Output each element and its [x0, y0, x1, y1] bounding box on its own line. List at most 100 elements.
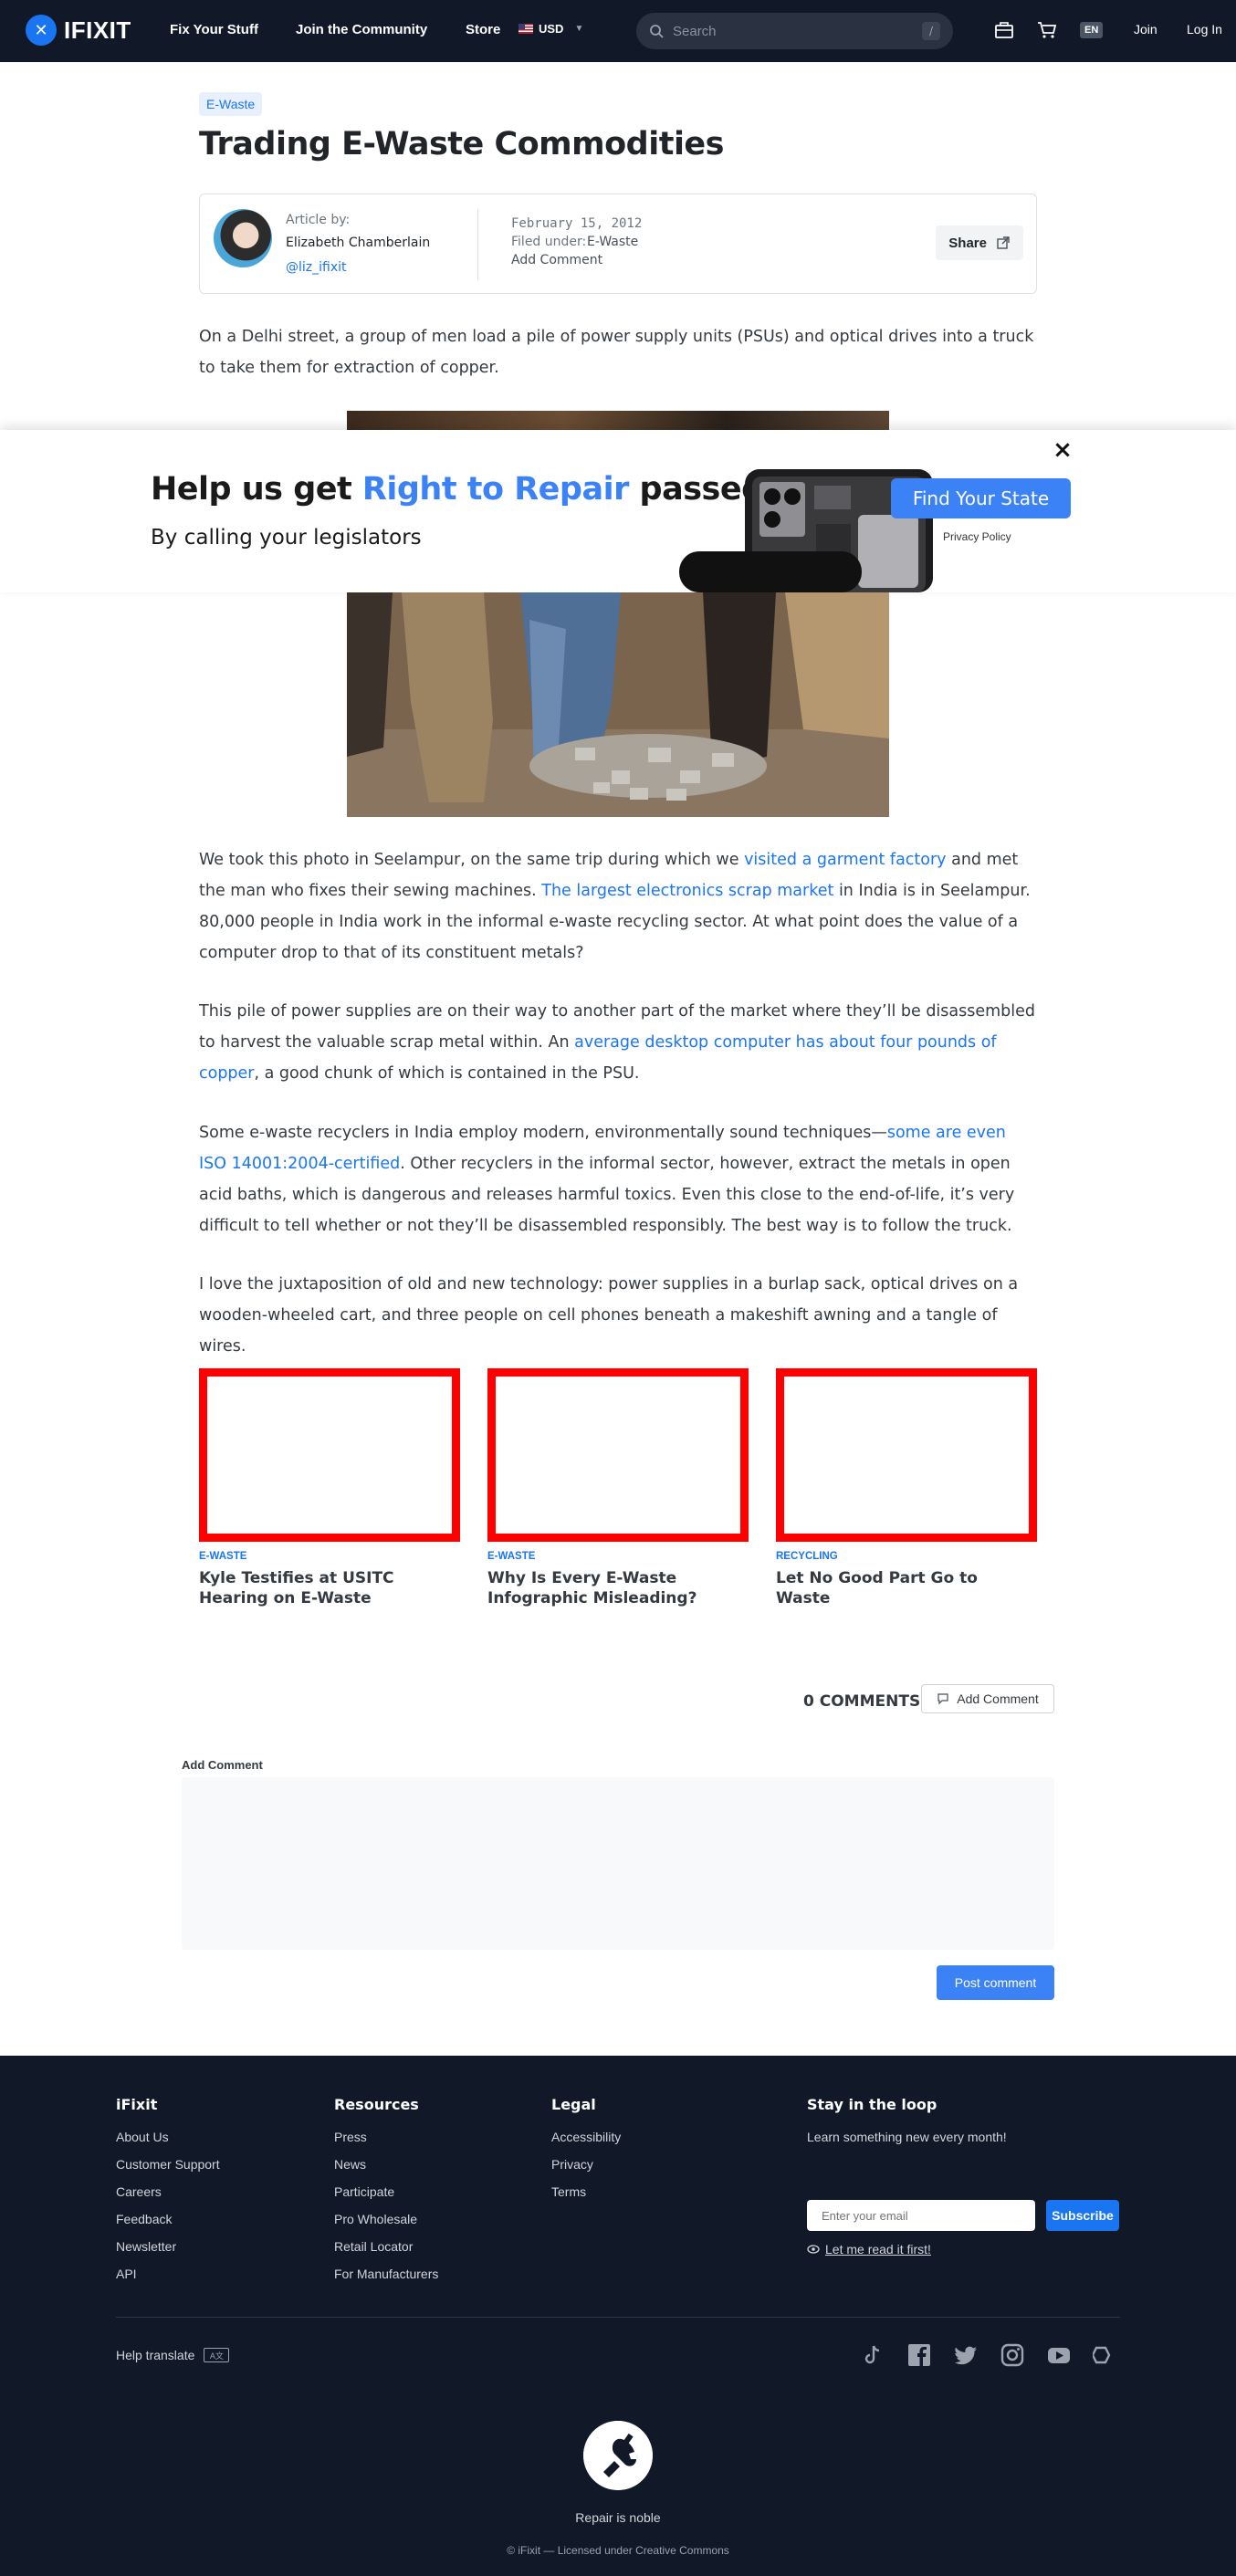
language-selector[interactable]: EN: [1080, 22, 1104, 38]
related-article-tag[interactable]: RECYCLING: [776, 1551, 1037, 1562]
newsletter-subtext: Learn something new every month!: [807, 2130, 1007, 2144]
footer-copyright: © iFixit — Licensed under Creative Commo…: [507, 2544, 729, 2557]
repair-org-icon[interactable]: [1093, 2342, 1111, 2368]
nav-fix-your-stuff[interactable]: Fix Your Stuff: [170, 22, 258, 37]
footer-link[interactable]: Accessibility: [551, 2130, 621, 2144]
related-article-tag[interactable]: E-WASTE: [487, 1551, 749, 1562]
newsletter-heading: Stay in the loop: [807, 2096, 937, 2113]
add-comment-link[interactable]: Add Comment: [511, 253, 602, 267]
eye-icon: [807, 2245, 820, 2254]
footer-link[interactable]: API: [116, 2267, 220, 2281]
privacy-policy-link[interactable]: Privacy Policy: [943, 530, 1011, 543]
chevron-down-icon: ▼: [574, 24, 584, 34]
footer-link[interactable]: Feedback: [116, 2212, 220, 2226]
author-label: Article by:: [286, 213, 351, 227]
repair-manifesto-badge-icon[interactable]: [583, 2421, 653, 2490]
article-date: February 15, 2012: [511, 216, 643, 231]
footer-tagline: Repair is noble: [575, 2510, 661, 2525]
article-meta: Article by: Elizabeth Chamberlain @liz_i…: [199, 194, 1037, 294]
paragraph-text: Some e-waste recyclers in India employ m…: [199, 1124, 887, 1142]
paragraph-2: This pile of power supplies are on their…: [199, 996, 1037, 1089]
banner-heading: Help us get Right to Repair passed: [151, 471, 764, 508]
related-article-thumbnail[interactable]: [487, 1368, 749, 1542]
footer-link[interactable]: Customer Support: [116, 2157, 220, 2172]
article-photo: [347, 592, 889, 817]
footer-link[interactable]: Privacy: [551, 2157, 621, 2172]
paragraph-4: I love the juxtaposition of old and new …: [199, 1275, 1019, 1356]
footer-link[interactable]: Terms: [551, 2184, 621, 2199]
footer-link[interactable]: Newsletter: [116, 2239, 220, 2254]
facebook-icon[interactable]: [906, 2342, 932, 2368]
filed-under-label: Filed under:: [511, 235, 587, 249]
article-title: Trading E-Waste Commodities: [199, 126, 725, 162]
scrap-market-link[interactable]: The largest electronics scrap market: [541, 882, 833, 900]
newsletter-email-input[interactable]: [807, 2200, 1035, 2231]
nav-store[interactable]: Store: [466, 22, 500, 37]
help-translate-link[interactable]: Help translate A文: [116, 2348, 230, 2362]
share-button[interactable]: Share: [936, 225, 1023, 260]
search-shortcut-hint: /: [922, 22, 940, 40]
close-icon[interactable]: ×: [1052, 438, 1074, 462]
site-footer: iFixit About Us Customer Support Careers…: [0, 2056, 1236, 2576]
article-category-tag[interactable]: E-Waste: [199, 92, 263, 116]
footer-link[interactable]: About Us: [116, 2130, 220, 2144]
translate-icon: A文: [204, 2348, 230, 2362]
ifixit-logo-mark-icon: ✕: [26, 15, 57, 46]
garment-factory-link[interactable]: visited a garment factory: [744, 851, 946, 869]
toolbox-icon[interactable]: [992, 18, 1016, 42]
currency-selector[interactable]: USD ▼: [518, 22, 583, 36]
related-article-tag[interactable]: E-WASTE: [199, 1551, 460, 1562]
ifixit-logo[interactable]: ✕ IFIXIT: [26, 15, 131, 46]
author-handle[interactable]: @liz_ifixit: [286, 260, 347, 275]
footer-link[interactable]: Press: [334, 2130, 438, 2144]
filed-under-category[interactable]: E-Waste: [587, 235, 638, 249]
banner-subheading: By calling your legislators: [151, 526, 422, 550]
speech-bubble-icon: [937, 1693, 948, 1705]
ewaste-street-photo: [347, 592, 889, 817]
post-comment-button[interactable]: Post comment: [937, 1965, 1054, 2000]
join-link[interactable]: Join: [1134, 22, 1157, 37]
twitter-icon[interactable]: [953, 2342, 979, 2368]
footer-link[interactable]: News: [334, 2157, 438, 2172]
find-your-state-button[interactable]: Find Your State: [891, 478, 1071, 518]
external-link-icon: [997, 236, 1010, 249]
related-article-title[interactable]: Kyle Testifies at USITC Hearing on E-Was…: [199, 1568, 460, 1608]
nav-join-community[interactable]: Join the Community: [296, 22, 427, 37]
related-article-card[interactable]: RECYCLING Let No Good Part Go to Waste: [776, 1368, 1037, 1608]
related-article-card[interactable]: E-WASTE Why Is Every E-Waste Infographic…: [487, 1368, 749, 1608]
related-article-thumbnail[interactable]: [199, 1368, 460, 1542]
instagram-icon[interactable]: [1000, 2342, 1025, 2368]
newsletter-signup: Stay in the loop Learn something new eve…: [807, 2096, 1126, 2278]
help-translate-label: Help translate: [116, 2348, 195, 2362]
footer-heading: iFixit: [116, 2096, 158, 2113]
footer-heading: Legal: [551, 2096, 596, 2113]
cart-icon[interactable]: [1035, 18, 1059, 42]
article-intro: On a Delhi street, a group of men load a…: [199, 328, 1034, 377]
author-avatar[interactable]: [214, 209, 272, 267]
comment-textarea[interactable]: [182, 1777, 1054, 1950]
share-label: Share: [948, 235, 987, 251]
footer-link[interactable]: For Manufacturers: [334, 2267, 438, 2281]
footer-col-resources: Resources Press News Participate Pro Who…: [334, 2096, 438, 2294]
footer-link[interactable]: Participate: [334, 2184, 438, 2199]
right-to-repair-banner: × Help us get Right to Repair passed By …: [0, 430, 1236, 592]
search-input[interactable]: [673, 23, 913, 39]
read-first-link[interactable]: Let me read it first!: [807, 2242, 931, 2257]
paragraph-text: We took this photo in Seelampur, on the …: [199, 851, 745, 869]
paragraph-1: We took this photo in Seelampur, on the …: [199, 844, 1037, 969]
login-link[interactable]: Log In: [1187, 22, 1222, 37]
footer-link[interactable]: Pro Wholesale: [334, 2212, 438, 2226]
related-article-title[interactable]: Let No Good Part Go to Waste: [776, 1568, 1037, 1608]
footer-link[interactable]: Careers: [116, 2184, 220, 2199]
related-article-thumbnail[interactable]: [776, 1368, 1037, 1542]
footer-col-ifixit: iFixit About Us Customer Support Careers…: [116, 2096, 220, 2294]
banner-heading-part: Help us get: [151, 471, 362, 508]
related-article-card[interactable]: E-WASTE Kyle Testifies at USITC Hearing …: [199, 1368, 460, 1608]
tiktok-icon[interactable]: [860, 2342, 885, 2368]
youtube-icon[interactable]: [1046, 2342, 1072, 2368]
footer-link[interactable]: Retail Locator: [334, 2239, 438, 2254]
author-name[interactable]: Elizabeth Chamberlain: [286, 236, 430, 250]
related-article-title[interactable]: Why Is Every E-Waste Infographic Mislead…: [487, 1568, 749, 1608]
add-comment-button[interactable]: Add Comment: [921, 1684, 1054, 1713]
subscribe-button[interactable]: Subscribe: [1046, 2200, 1119, 2231]
